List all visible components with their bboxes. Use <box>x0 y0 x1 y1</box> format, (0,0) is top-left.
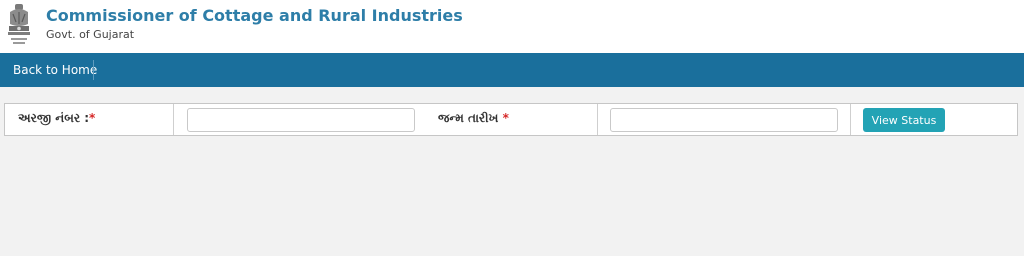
required-marker: * <box>502 111 509 125</box>
application-number-label-text: અરજી નંબર : <box>18 111 90 125</box>
top-navbar: Back to Home <box>0 53 1024 87</box>
birth-date-input[interactable] <box>610 108 838 132</box>
birth-date-label-text: જન્મ તારીખ <box>438 111 503 125</box>
cell-divider <box>850 104 851 135</box>
application-number-input[interactable] <box>187 108 415 132</box>
cell-divider <box>597 104 598 135</box>
required-marker: * <box>89 111 96 125</box>
page-subtitle: Govt. of Gujarat <box>46 28 135 41</box>
application-number-label: અરજી નંબર :* <box>18 111 95 126</box>
cell-divider <box>173 104 174 135</box>
status-search-form: અરજી નંબર :* જન્મ તારીખ * View Status <box>4 103 1018 136</box>
view-status-button[interactable]: View Status <box>863 108 945 132</box>
birth-date-label: જન્મ તારીખ * <box>438 111 509 126</box>
nav-divider <box>93 60 94 80</box>
back-to-home-link[interactable]: Back to Home <box>0 53 105 87</box>
national-emblem-icon <box>8 4 30 44</box>
page-title: Commissioner of Cottage and Rural Indust… <box>46 6 463 25</box>
site-header: Commissioner of Cottage and Rural Indust… <box>0 0 1024 53</box>
